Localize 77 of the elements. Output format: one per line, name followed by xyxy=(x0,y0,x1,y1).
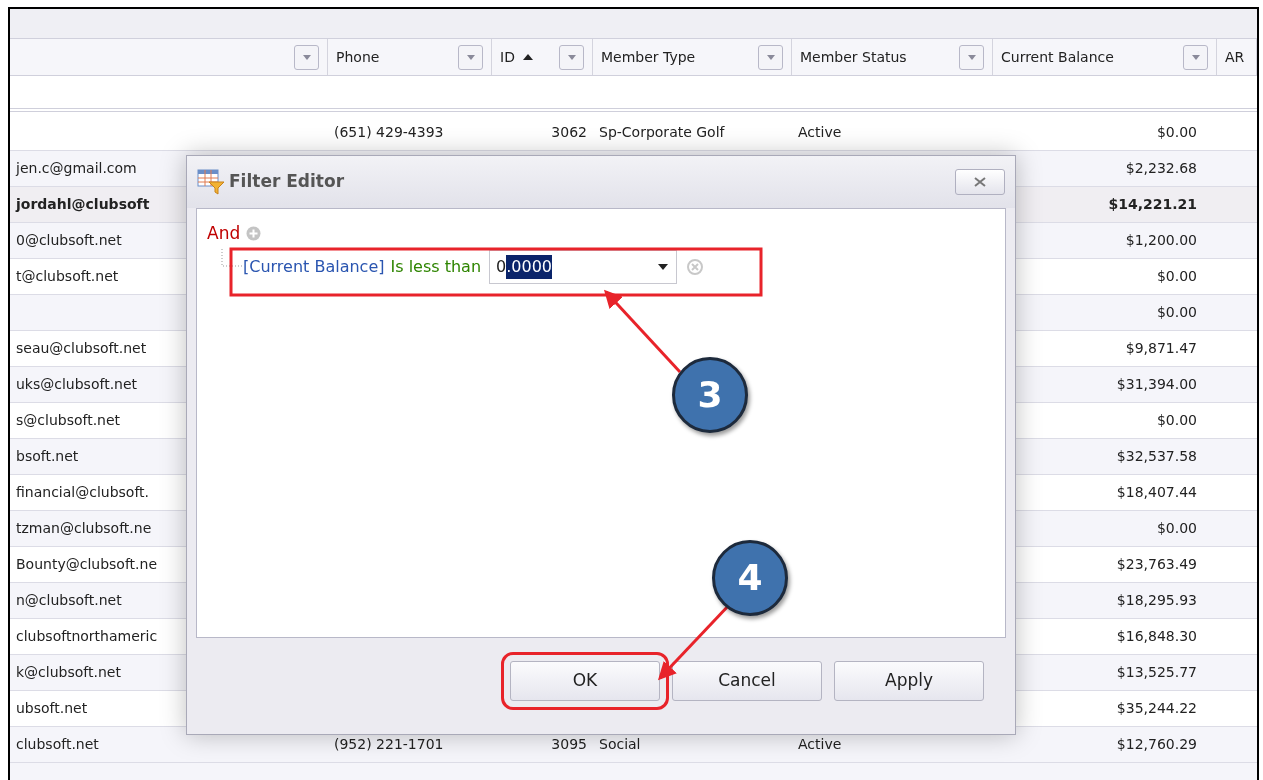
tree-connector-icon xyxy=(221,248,243,269)
caret-icon xyxy=(1191,54,1200,60)
dialog-title: Filter Editor xyxy=(229,170,345,194)
table-cell-text: t@clubsoft.net xyxy=(16,267,119,286)
table-cell-text: $16,848.30 xyxy=(1116,627,1197,646)
close-button[interactable] xyxy=(955,169,1005,195)
table-cell-text: Social xyxy=(599,735,641,754)
column-header[interactable]: ID xyxy=(492,39,593,75)
value-combo-box[interactable]: 0.0000 xyxy=(489,249,678,284)
filter-dropdown-button[interactable] xyxy=(758,44,783,70)
table-cell-text: financial@clubsoft. xyxy=(16,483,150,502)
table-cell-text: (952) 221-1701 xyxy=(334,735,444,754)
caret-icon xyxy=(766,54,775,60)
table-cell-text: Bounty@clubsoft.ne xyxy=(16,555,157,574)
table-cell-text: $1,200.00 xyxy=(1125,231,1197,250)
dialog-button[interactable]: OK xyxy=(510,661,660,701)
caret-icon xyxy=(567,54,576,60)
dialog-button[interactable]: Cancel xyxy=(672,661,822,701)
table-cell-text: ubsoft.net xyxy=(16,699,88,718)
table-cell-text: $31,394.00 xyxy=(1116,375,1197,394)
table-cell-text: $12,760.29 xyxy=(1116,735,1197,754)
filter-dropdown-button[interactable] xyxy=(1183,44,1208,70)
table-cell-text: $0.00 xyxy=(1156,267,1197,286)
dialog-button[interactable]: Apply xyxy=(834,661,984,701)
caret-icon xyxy=(967,54,976,60)
caret-icon[interactable] xyxy=(658,263,669,270)
table-cell-text: seau@clubsoft.net xyxy=(16,339,147,358)
caret-icon xyxy=(466,54,475,60)
close-icon xyxy=(974,177,986,187)
table-cell-text: Active xyxy=(798,123,842,142)
table-cell-text: $35,244.22 xyxy=(1116,699,1197,718)
table-cell-text: n@clubsoft.net xyxy=(16,591,122,610)
table-cell-text: $0.00 xyxy=(1156,519,1197,538)
table-cell-text: 0@clubsoft.net xyxy=(16,231,122,250)
column-header[interactable]: Phone xyxy=(328,39,492,75)
table-cell-text: jen.c@gmail.com xyxy=(16,159,137,178)
table-cell-text: $14,221.21 xyxy=(1108,195,1197,214)
table-cell-text: $2,232.68 xyxy=(1125,159,1197,178)
table-cell-text: 3062 xyxy=(551,123,587,142)
add-icon[interactable] xyxy=(246,226,262,242)
table-cell-text: clubsoft.net xyxy=(16,735,99,754)
table-cell-text: $18,407.44 xyxy=(1116,483,1197,502)
table-filter-icon xyxy=(197,168,225,196)
filter-dropdown-button[interactable] xyxy=(959,44,984,70)
table-cell-text: $0.00 xyxy=(1156,411,1197,430)
group-operator-link[interactable]: And xyxy=(207,221,241,247)
filter-dropdown-button[interactable] xyxy=(559,44,584,70)
column-header[interactable]: AR xyxy=(1217,39,1257,75)
table-cell-text: s@clubsoft.net xyxy=(16,411,121,430)
table-cell-text: $18,295.93 xyxy=(1116,591,1197,610)
table-cell-text: bsoft.net xyxy=(16,447,79,466)
value-text: 0 xyxy=(496,255,507,278)
table-cell-text: k@clubsoft.net xyxy=(16,663,121,682)
table-cell-text: $13,525.77 xyxy=(1116,663,1197,682)
value-text: .0000 xyxy=(506,254,553,279)
table-cell-text: $32,537.58 xyxy=(1116,447,1197,466)
table-cell-text: $0.00 xyxy=(1156,303,1197,322)
table-cell-text: $0.00 xyxy=(1156,123,1197,142)
table-cell-text: jordahl@clubsoft xyxy=(16,195,150,214)
table-cell-text: Active xyxy=(798,735,842,754)
table-cell-text: $9,871.47 xyxy=(1125,339,1197,358)
column-header[interactable]: Current Balance xyxy=(993,39,1217,75)
field-name-link[interactable]: [Current Balance] xyxy=(243,254,385,279)
caret-icon xyxy=(302,54,311,60)
column-header[interactable]: Member Type xyxy=(593,39,792,75)
filter-dropdown-button[interactable] xyxy=(294,44,319,70)
column-header[interactable]: Member Status xyxy=(792,39,993,75)
table-cell-text: Sp-Corporate Golf xyxy=(599,123,725,142)
table-cell-text: $23,763.49 xyxy=(1116,555,1197,574)
table-cell-text: (651) 429-4393 xyxy=(334,123,444,142)
operator-link[interactable]: Is less than xyxy=(390,254,482,279)
table-cell-text: 3095 xyxy=(551,735,587,754)
table-cell-text: tzman@clubsoft.ne xyxy=(16,519,152,538)
table-cell-text: uks@clubsoft.net xyxy=(16,375,138,394)
filter-dropdown-button[interactable] xyxy=(458,44,483,70)
remove-icon[interactable] xyxy=(687,258,704,275)
table-cell-text: clubsoftnorthameric xyxy=(16,627,158,646)
